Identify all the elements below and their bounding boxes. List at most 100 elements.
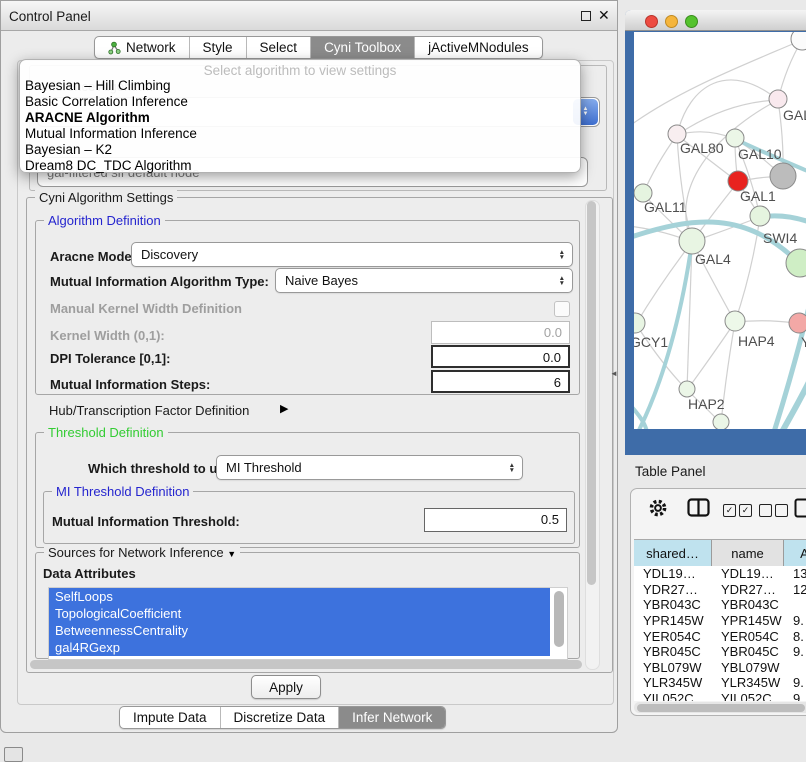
algorithm-option[interactable]: Bayesian – K2: [20, 142, 580, 158]
network-node[interactable]: [770, 163, 796, 189]
table-row[interactable]: YPR145WYPR145W9.: [634, 613, 806, 629]
mi-threshold-field[interactable]: 0.5: [424, 508, 567, 532]
tab-label: Network: [126, 40, 176, 55]
network-node-label: SWI4: [763, 230, 797, 246]
network-node-label: GAL: [783, 107, 806, 123]
column-header-average[interactable]: Avera…: [784, 540, 806, 567]
settings-hscrollbar-thumb[interactable]: [30, 660, 582, 669]
data-attribute-item[interactable]: SelfLoops: [49, 588, 550, 605]
select-all-columns-icon[interactable]: ✓✓: [723, 502, 755, 520]
collapse-arrow-icon[interactable]: ▼: [227, 549, 236, 559]
table-row[interactable]: YER054CYER054C8.: [634, 628, 806, 644]
network-window-titlebar[interactable]: [625, 10, 806, 31]
dpi-tolerance-field[interactable]: 0.0: [431, 345, 570, 368]
dpi-tolerance-label: DPI Tolerance [0,1]:: [50, 351, 170, 366]
close-traffic-light-icon[interactable]: [645, 15, 658, 28]
unselect-all-columns-icon[interactable]: [759, 502, 791, 520]
cyni-settings-title: Cyni Algorithm Settings: [35, 190, 177, 205]
algorithm-definition-group: Algorithm Definition Aracne Mode: Discov…: [35, 220, 580, 395]
column-header-shared-name[interactable]: shared…: [634, 540, 712, 567]
which-threshold-combobox[interactable]: MI Threshold ▲▼: [216, 455, 523, 480]
gear-icon[interactable]: [647, 497, 669, 524]
algorithm-option[interactable]: Mutual Information Inference: [20, 126, 580, 142]
network-edge[interactable]: [634, 40, 802, 127]
table-row[interactable]: YDL19…YDL19…13: [634, 566, 806, 582]
settings-vscrollbar-track[interactable]: [585, 200, 600, 670]
mi-type-combobox[interactable]: Naive Bayes ▲▼: [275, 268, 573, 293]
expand-arrow-icon[interactable]: ▶: [280, 402, 288, 415]
network-node[interactable]: [789, 313, 806, 333]
algorithm-option[interactable]: ARACNE Algorithm: [20, 110, 580, 126]
table-cell: YIL052C: [634, 691, 712, 701]
network-node[interactable]: [679, 381, 695, 397]
table-cell: 9.: [784, 644, 806, 659]
tab-select[interactable]: Select: [247, 37, 312, 58]
network-canvas[interactable]: GALGAL80GAL10GAL1GAL11GAL4SWI4GCY1HAP4YH…: [634, 32, 806, 429]
tab-label: Infer Network: [352, 710, 432, 725]
divider-collapse-icon[interactable]: ◄: [610, 369, 618, 378]
table-row[interactable]: YBR045CYBR045C9.: [634, 644, 806, 660]
tab-style[interactable]: Style: [190, 37, 247, 58]
network-node[interactable]: [791, 32, 806, 50]
table-row[interactable]: YBR043CYBR043C: [634, 597, 806, 613]
manual-kernel-checkbox[interactable]: [554, 301, 570, 317]
network-node-label: HAP2: [688, 396, 725, 412]
network-node[interactable]: [726, 129, 744, 147]
table-hscrollbar-thumb[interactable]: [637, 704, 805, 712]
table-row[interactable]: YIL052CYIL052C9: [634, 691, 806, 701]
network-node-label: GAL4: [695, 251, 731, 267]
tab-discretize-data[interactable]: Discretize Data: [221, 707, 340, 728]
table-row[interactable]: YLR345WYLR345W9.: [634, 675, 806, 691]
tab-cyni-toolbox[interactable]: Cyni Toolbox: [311, 37, 415, 58]
network-node[interactable]: [725, 311, 745, 331]
network-node[interactable]: [769, 90, 787, 108]
data-attribute-item[interactable]: TopologicalCoefficient: [49, 605, 550, 622]
threshold-definition-title: Threshold Definition: [44, 425, 168, 440]
table-cell: YBR043C: [634, 597, 712, 612]
network-edge[interactable]: [687, 322, 735, 390]
stepper-arrows-icon: ▲▼: [509, 463, 515, 473]
data-attribute-item[interactable]: BetweennessCentrality: [49, 622, 550, 639]
close-icon[interactable]: ✕: [598, 7, 610, 24]
network-edge[interactable]: [774, 290, 806, 429]
settings-vscrollbar-thumb[interactable]: [587, 201, 596, 585]
which-threshold-value: MI Threshold: [226, 460, 302, 475]
data-attribute-item[interactable]: gal4RGexp: [49, 639, 550, 656]
aracne-mode-combobox[interactable]: Discovery ▲▼: [131, 242, 573, 267]
mi-steps-field[interactable]: 6: [431, 370, 570, 393]
cyni-settings-group: Cyni Algorithm Settings Algorithm Defini…: [26, 197, 613, 673]
tab-network[interactable]: Network: [95, 37, 190, 58]
kernel-width-field[interactable]: 0.0: [431, 321, 570, 344]
mi-threshold-label: Mutual Information Threshold:: [52, 514, 240, 529]
export-table-icon[interactable]: [794, 498, 806, 524]
network-node[interactable]: [713, 414, 729, 429]
algorithm-option[interactable]: Bayesian – Hill Climbing: [20, 78, 580, 94]
collapsed-panel-icon[interactable]: [4, 747, 23, 762]
algorithm-option[interactable]: Dream8 DC_TDC Algorithm: [20, 158, 580, 174]
tab-impute-data[interactable]: Impute Data: [120, 707, 221, 728]
minimize-traffic-light-icon[interactable]: [665, 15, 678, 28]
kernel-width-label: Kernel Width (0,1):: [50, 328, 165, 343]
tab-jactivemnodules[interactable]: jActiveMNodules: [415, 37, 542, 58]
network-node[interactable]: [634, 313, 645, 333]
algorithm-option[interactable]: Basic Correlation Inference: [20, 94, 580, 110]
mi-steps-label: Mutual Information Steps:: [50, 377, 210, 392]
table-hscrollbar-track[interactable]: [634, 702, 806, 713]
aracne-mode-value: Discovery: [141, 247, 198, 262]
tab-infer-network[interactable]: Infer Network: [339, 707, 445, 728]
table-row[interactable]: YBL079WYBL079W: [634, 660, 806, 676]
zoom-traffic-light-icon[interactable]: [685, 15, 698, 28]
list-vscrollbar-thumb[interactable]: [554, 591, 564, 647]
unchecked-box-icon: [759, 504, 772, 517]
control-panel-titlebar[interactable]: Control Panel ✕: [1, 1, 617, 31]
column-header-name[interactable]: name: [712, 540, 784, 567]
table-cell: YBL079W: [634, 660, 712, 675]
data-attributes-listbox[interactable]: SelfLoopsTopologicalCoefficientBetweenne…: [48, 587, 568, 660]
split-columns-icon[interactable]: [687, 498, 711, 523]
network-edge[interactable]: [677, 100, 778, 135]
network-node[interactable]: [750, 206, 770, 226]
table-row[interactable]: YDR27…YDR27…12: [634, 582, 806, 598]
float-window-icon[interactable]: [581, 11, 591, 21]
table-cell: YER054C: [712, 629, 784, 644]
apply-button[interactable]: Apply: [251, 675, 321, 699]
